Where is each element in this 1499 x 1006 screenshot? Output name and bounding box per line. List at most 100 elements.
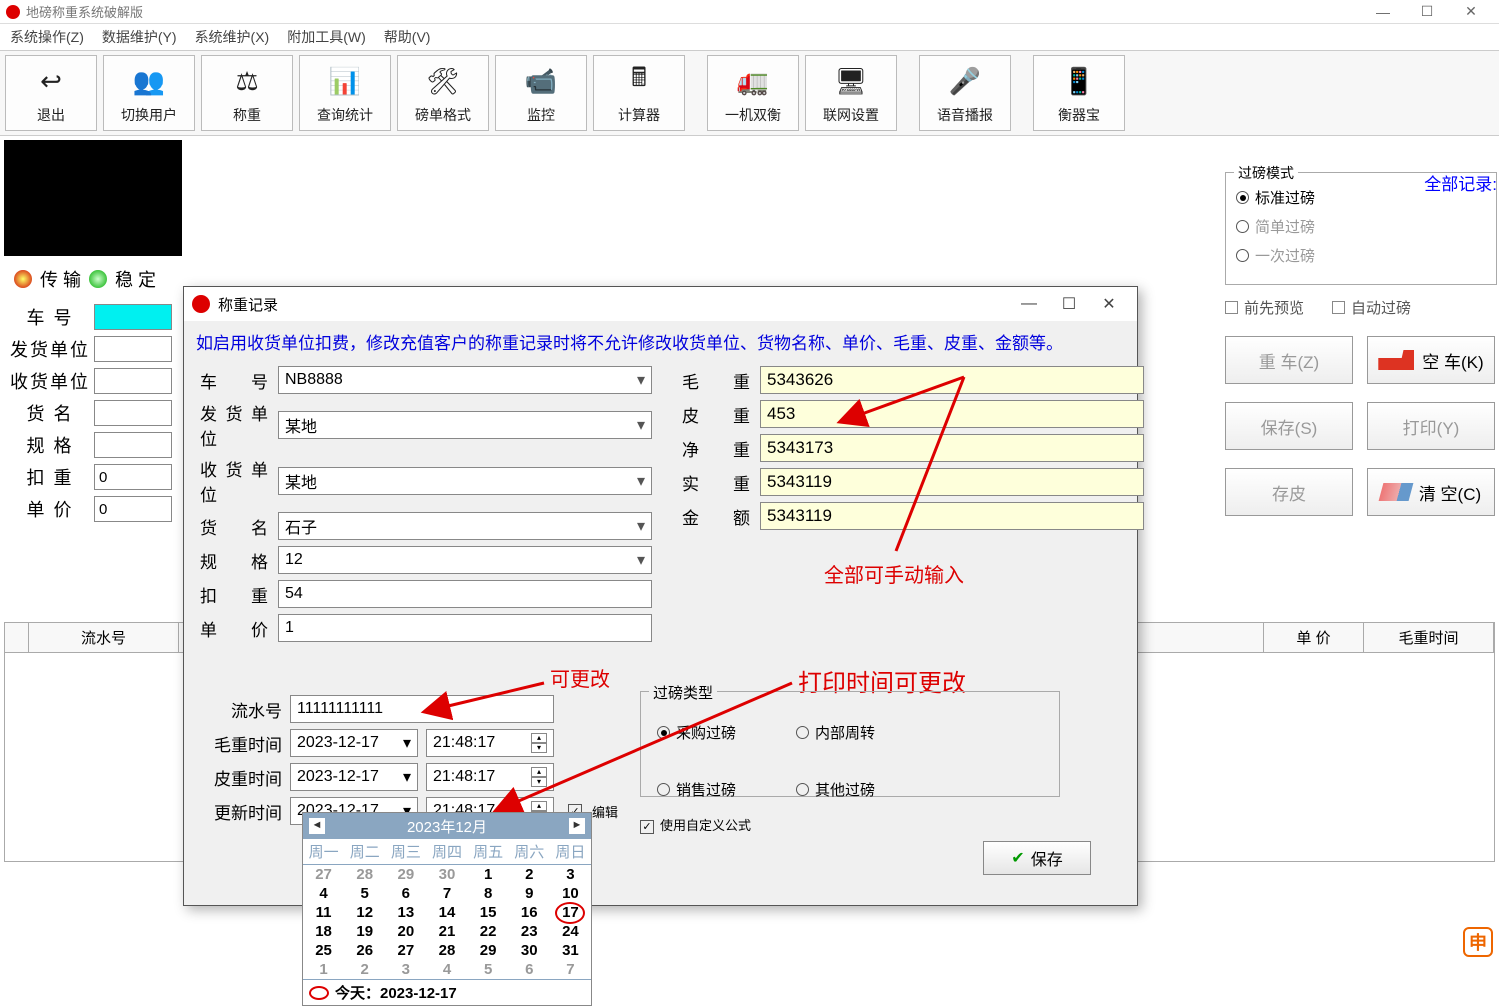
tb-monitor[interactable]: 📹监控 [495,55,587,131]
fld-gross[interactable]: 5343626 [760,366,1144,394]
inp-serial[interactable] [290,695,554,723]
radio-once[interactable]: 一次过磅 [1236,245,1486,266]
menu-system[interactable]: 系统操作(Z) [10,27,84,47]
tb-switchuser[interactable]: 👥切换用户 [103,55,195,131]
cal-day[interactable]: 13 [385,903,426,922]
btn-print[interactable]: 打印(Y) [1367,402,1495,450]
cal-day[interactable]: 29 [468,941,509,960]
tb-query[interactable]: 📊查询统计 [299,55,391,131]
cal-day[interactable]: 2 [509,865,550,884]
chk-preview[interactable]: 前先预览 [1225,297,1304,318]
inp-price[interactable] [94,496,172,522]
sel-sender[interactable]: 某地▾ [278,411,652,439]
chk-auto[interactable]: 自动过磅 [1332,297,1411,318]
sel-carno[interactable]: NB8888▾ [278,366,652,394]
cal-dow: 周一 [303,839,344,865]
cal-day[interactable]: 19 [344,922,385,941]
cal-day[interactable]: 23 [509,922,550,941]
inp-price2[interactable] [278,614,652,642]
cal-day[interactable]: 27 [303,865,344,884]
cal-day[interactable]: 28 [344,865,385,884]
minimize-button[interactable]: — [1361,4,1405,20]
sel-spec[interactable]: 12▾ [278,546,652,574]
cal-day[interactable]: 12 [344,903,385,922]
cal-day[interactable]: 31 [550,941,591,960]
radio-standard[interactable]: 标准过磅 [1236,187,1486,208]
cal-day[interactable]: 20 [385,922,426,941]
cal-day[interactable]: 27 [385,941,426,960]
btn-store[interactable]: 存皮 [1225,468,1353,516]
inp-goods[interactable] [94,400,172,426]
tb-weigh[interactable]: ⚖称重 [201,55,293,131]
chk-custom-formula[interactable]: 使用自定义公式 [640,815,751,834]
inp-deduct[interactable] [94,464,172,490]
cal-day[interactable]: 30 [509,941,550,960]
cal-today[interactable]: 今天：2023-12-17 [303,979,591,1005]
cal-day[interactable]: 10 [550,884,591,903]
time-mz[interactable]: 21:48:17▴▾ [426,729,554,757]
cal-day[interactable]: 7 [426,884,467,903]
radio-purchase[interactable]: 采购过磅 [657,722,736,743]
close-button[interactable]: ✕ [1449,3,1493,20]
radio-internal[interactable]: 内部周转 [796,722,875,743]
cal-day[interactable]: 11 [303,903,344,922]
inp-spec[interactable] [94,432,172,458]
cal-day[interactable]: 22 [468,922,509,941]
radio-sale[interactable]: 销售过磅 [657,779,736,800]
menu-sysmaint[interactable]: 系统维护(X) [195,27,270,47]
date-mz[interactable]: 2023-12-17▾ [290,729,418,757]
cal-day[interactable]: 15 [468,903,509,922]
tb-voice[interactable]: 🎤语音播报 [919,55,1011,131]
sel-goods[interactable]: 石子▾ [278,512,652,540]
tb-exit[interactable]: ↩退出 [5,55,97,131]
radio-simple[interactable]: 简单过磅 [1236,216,1486,237]
cal-day[interactable]: 18 [303,922,344,941]
cal-day[interactable]: 3 [550,865,591,884]
cal-day[interactable]: 16 [509,903,550,922]
cal-day[interactable]: 6 [385,884,426,903]
cal-day[interactable]: 30 [426,865,467,884]
tb-dual[interactable]: 🚛一机双衡 [707,55,799,131]
btn-empty[interactable]: 空 车(K) [1367,336,1495,384]
btn-heavy[interactable]: 重 车(Z) [1225,336,1353,384]
menu-data[interactable]: 数据维护(Y) [102,27,177,47]
cal-day[interactable]: 8 [468,884,509,903]
cal-day[interactable]: 14 [426,903,467,922]
dialog-max[interactable]: ☐ [1049,294,1089,314]
menu-tools[interactable]: 附加工具(W) [287,27,366,47]
fld-tare[interactable]: 453 [760,400,1144,428]
cal-day[interactable]: 17 [550,903,591,922]
inp-carno[interactable] [94,304,172,330]
cal-day[interactable]: 28 [426,941,467,960]
dialog-save-button[interactable]: ✔保存 [983,841,1091,875]
mic-icon: 🎤 [945,61,985,101]
cal-day[interactable]: 29 [385,865,426,884]
cal-day[interactable]: 9 [509,884,550,903]
maximize-button[interactable]: ☐ [1405,3,1449,20]
cal-day[interactable]: 26 [344,941,385,960]
date-pz[interactable]: 2023-12-17▾ [290,763,418,791]
tb-calc[interactable]: 🖩计算器 [593,55,685,131]
tb-app[interactable]: 📱衡器宝 [1033,55,1125,131]
menu-help[interactable]: 帮助(V) [384,27,431,47]
radio-other[interactable]: 其他过磅 [796,779,875,800]
inp-deduct2[interactable] [278,580,652,608]
time-pz[interactable]: 21:48:17▴▾ [426,763,554,791]
cal-prev[interactable]: ◄ [309,818,325,834]
tb-network[interactable]: 🖥联网设置 [805,55,897,131]
inp-sender[interactable] [94,336,172,362]
btn-clear[interactable]: 清 空(C) [1367,468,1495,516]
cal-day[interactable]: 4 [303,884,344,903]
cal-day[interactable]: 1 [468,865,509,884]
cal-day[interactable]: 24 [550,922,591,941]
dialog-min[interactable]: — [1009,295,1049,313]
cal-next[interactable]: ► [569,818,585,834]
btn-save[interactable]: 保存(S) [1225,402,1353,450]
dialog-close[interactable]: ✕ [1089,294,1129,314]
cal-day[interactable]: 5 [344,884,385,903]
inp-receiver[interactable] [94,368,172,394]
cal-day[interactable]: 25 [303,941,344,960]
cal-day[interactable]: 21 [426,922,467,941]
tb-format[interactable]: 🛠磅单格式 [397,55,489,131]
sel-receiver[interactable]: 某地▾ [278,467,652,495]
